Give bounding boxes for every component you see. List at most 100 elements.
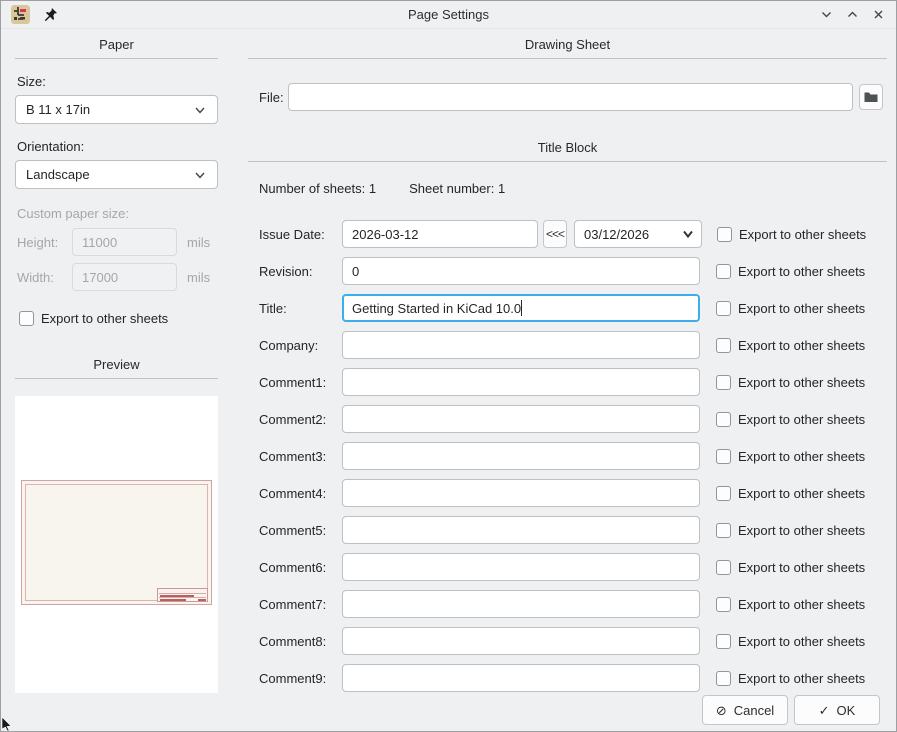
export-checkbox-group[interactable]: Export to other sheets	[716, 449, 865, 464]
export-checkbox-label: Export to other sheets	[738, 375, 865, 390]
company-input[interactable]	[342, 331, 700, 359]
title-block-field-row: Comment3: Export to other sheets	[259, 442, 887, 470]
window-controls	[818, 7, 886, 23]
comment4-input[interactable]	[342, 479, 700, 507]
export-checkbox-group[interactable]: Export to other sheets	[716, 375, 865, 390]
revision-input[interactable]: 0	[342, 257, 700, 285]
comment6-input[interactable]	[342, 553, 700, 581]
file-input[interactable]	[288, 83, 853, 111]
kicad-app-icon[interactable]	[11, 5, 30, 24]
export-checkbox[interactable]	[716, 560, 731, 575]
comment5-input[interactable]	[342, 516, 700, 544]
title-block-fields: Issue Date: 2026-03-12 <<< 03/12/2026 Ex…	[248, 220, 887, 692]
minimize-button[interactable]	[818, 7, 834, 23]
export-checkbox-group[interactable]: Export to other sheets	[716, 523, 865, 538]
custom-width-row: Width: 17000 mils	[15, 263, 218, 291]
size-label: Size:	[15, 74, 218, 89]
cancel-button-label: Cancel	[734, 703, 774, 718]
browse-file-button[interactable]	[859, 84, 883, 110]
date-picker[interactable]: 03/12/2026	[574, 220, 702, 248]
file-row: File:	[248, 83, 887, 111]
export-checkbox-group[interactable]: Export to other sheets	[716, 412, 865, 427]
preview-section-header: Preview	[15, 349, 218, 378]
title-block-header: Title Block	[248, 132, 887, 161]
height-unit-label: mils	[187, 235, 210, 250]
title-block-field-row: Comment2: Export to other sheets	[259, 405, 887, 433]
comment8-input[interactable]	[342, 627, 700, 655]
export-checkbox-group[interactable]: Export to other sheets	[716, 264, 865, 279]
ok-button[interactable]: ✓ OK	[794, 695, 880, 725]
custom-paper-size-label: Custom paper size:	[15, 206, 218, 221]
export-checkbox[interactable]	[716, 671, 731, 686]
field-label: Comment1:	[259, 375, 342, 390]
custom-height-row: Height: 11000 mils	[15, 228, 218, 256]
paper-panel: Paper Size: B 11 x 17in Orientation: Lan…	[15, 29, 218, 693]
export-checkbox[interactable]	[716, 301, 731, 316]
export-checkbox-group[interactable]: Export to other sheets	[716, 560, 865, 575]
export-checkbox[interactable]	[716, 412, 731, 427]
export-checkbox[interactable]	[716, 338, 731, 353]
comment3-input[interactable]	[342, 442, 700, 470]
title-input[interactable]: Getting Started in KiCad 10.0	[342, 294, 700, 322]
export-checkbox-group[interactable]: Export to other sheets	[716, 597, 865, 612]
issue-date-label: Issue Date:	[259, 227, 342, 242]
height-input[interactable]: 11000	[72, 228, 177, 256]
export-checkbox-label: Export to other sheets	[738, 634, 865, 649]
title-block-field-row: Comment9: Export to other sheets	[259, 664, 887, 692]
export-checkbox[interactable]	[716, 449, 731, 464]
paper-export-checkbox[interactable]	[19, 311, 34, 326]
chevron-down-icon	[193, 103, 207, 117]
comment2-input[interactable]	[342, 405, 700, 433]
export-checkbox-group[interactable]: Export to other sheets	[716, 671, 865, 686]
export-checkbox-group[interactable]: Export to other sheets	[716, 301, 865, 316]
export-checkbox-group[interactable]: Export to other sheets	[716, 338, 865, 353]
folder-icon	[864, 91, 878, 103]
title-block-field-row: Comment8: Export to other sheets	[259, 627, 887, 655]
width-unit-label: mils	[187, 270, 210, 285]
dialog-buttons: ⊘ Cancel ✓ OK	[702, 695, 880, 725]
field-label: Comment7:	[259, 597, 342, 612]
export-checkbox-group[interactable]: Export to other sheets	[716, 486, 865, 501]
title-block-field-row: Title: Getting Started in KiCad 10.0 Exp…	[259, 294, 887, 322]
issue-date-input[interactable]: 2026-03-12	[342, 220, 538, 248]
export-checkbox[interactable]	[717, 227, 732, 242]
pin-icon[interactable]	[43, 7, 58, 22]
export-checkbox-label: Export to other sheets	[738, 412, 865, 427]
cancel-icon: ⊘	[716, 704, 727, 717]
maximize-button[interactable]	[844, 7, 860, 23]
export-checkbox-label: Export to other sheets	[738, 597, 865, 612]
field-label: Comment8:	[259, 634, 342, 649]
title-block-field-row: Revision: 0 Export to other sheets	[259, 257, 887, 285]
issue-date-export-group[interactable]: Export to other sheets	[717, 227, 866, 242]
orientation-value: Landscape	[26, 167, 90, 182]
ok-check-icon: ✓	[819, 704, 830, 717]
field-label: Comment3:	[259, 449, 342, 464]
field-value: 0	[352, 264, 359, 279]
export-checkbox[interactable]	[716, 486, 731, 501]
export-checkbox[interactable]	[716, 597, 731, 612]
height-value: 11000	[82, 235, 117, 250]
export-checkbox[interactable]	[716, 264, 731, 279]
comment1-input[interactable]	[342, 368, 700, 396]
copy-date-button[interactable]: <<<	[543, 220, 567, 248]
comment7-input[interactable]	[342, 590, 700, 618]
close-button[interactable]	[870, 7, 886, 23]
export-checkbox-group[interactable]: Export to other sheets	[716, 634, 865, 649]
width-input[interactable]: 17000	[72, 263, 177, 291]
title-block-field-row: Comment7: Export to other sheets	[259, 590, 887, 618]
drawing-sheet-header: Drawing Sheet	[248, 29, 887, 58]
paper-export-checkbox-group[interactable]: Export to other sheets	[15, 311, 218, 326]
field-label: Comment4:	[259, 486, 342, 501]
issue-date-value: 2026-03-12	[352, 227, 419, 242]
export-checkbox[interactable]	[716, 634, 731, 649]
field-label: Company:	[259, 338, 342, 353]
orientation-select[interactable]: Landscape	[15, 160, 218, 189]
export-checkbox[interactable]	[716, 375, 731, 390]
paper-size-select[interactable]: B 11 x 17in	[15, 95, 218, 124]
text-cursor	[521, 300, 522, 316]
paper-divider	[15, 58, 218, 59]
comment9-input[interactable]	[342, 664, 700, 692]
preview-sheet-frame	[25, 484, 208, 601]
export-checkbox[interactable]	[716, 523, 731, 538]
cancel-button[interactable]: ⊘ Cancel	[702, 695, 788, 725]
